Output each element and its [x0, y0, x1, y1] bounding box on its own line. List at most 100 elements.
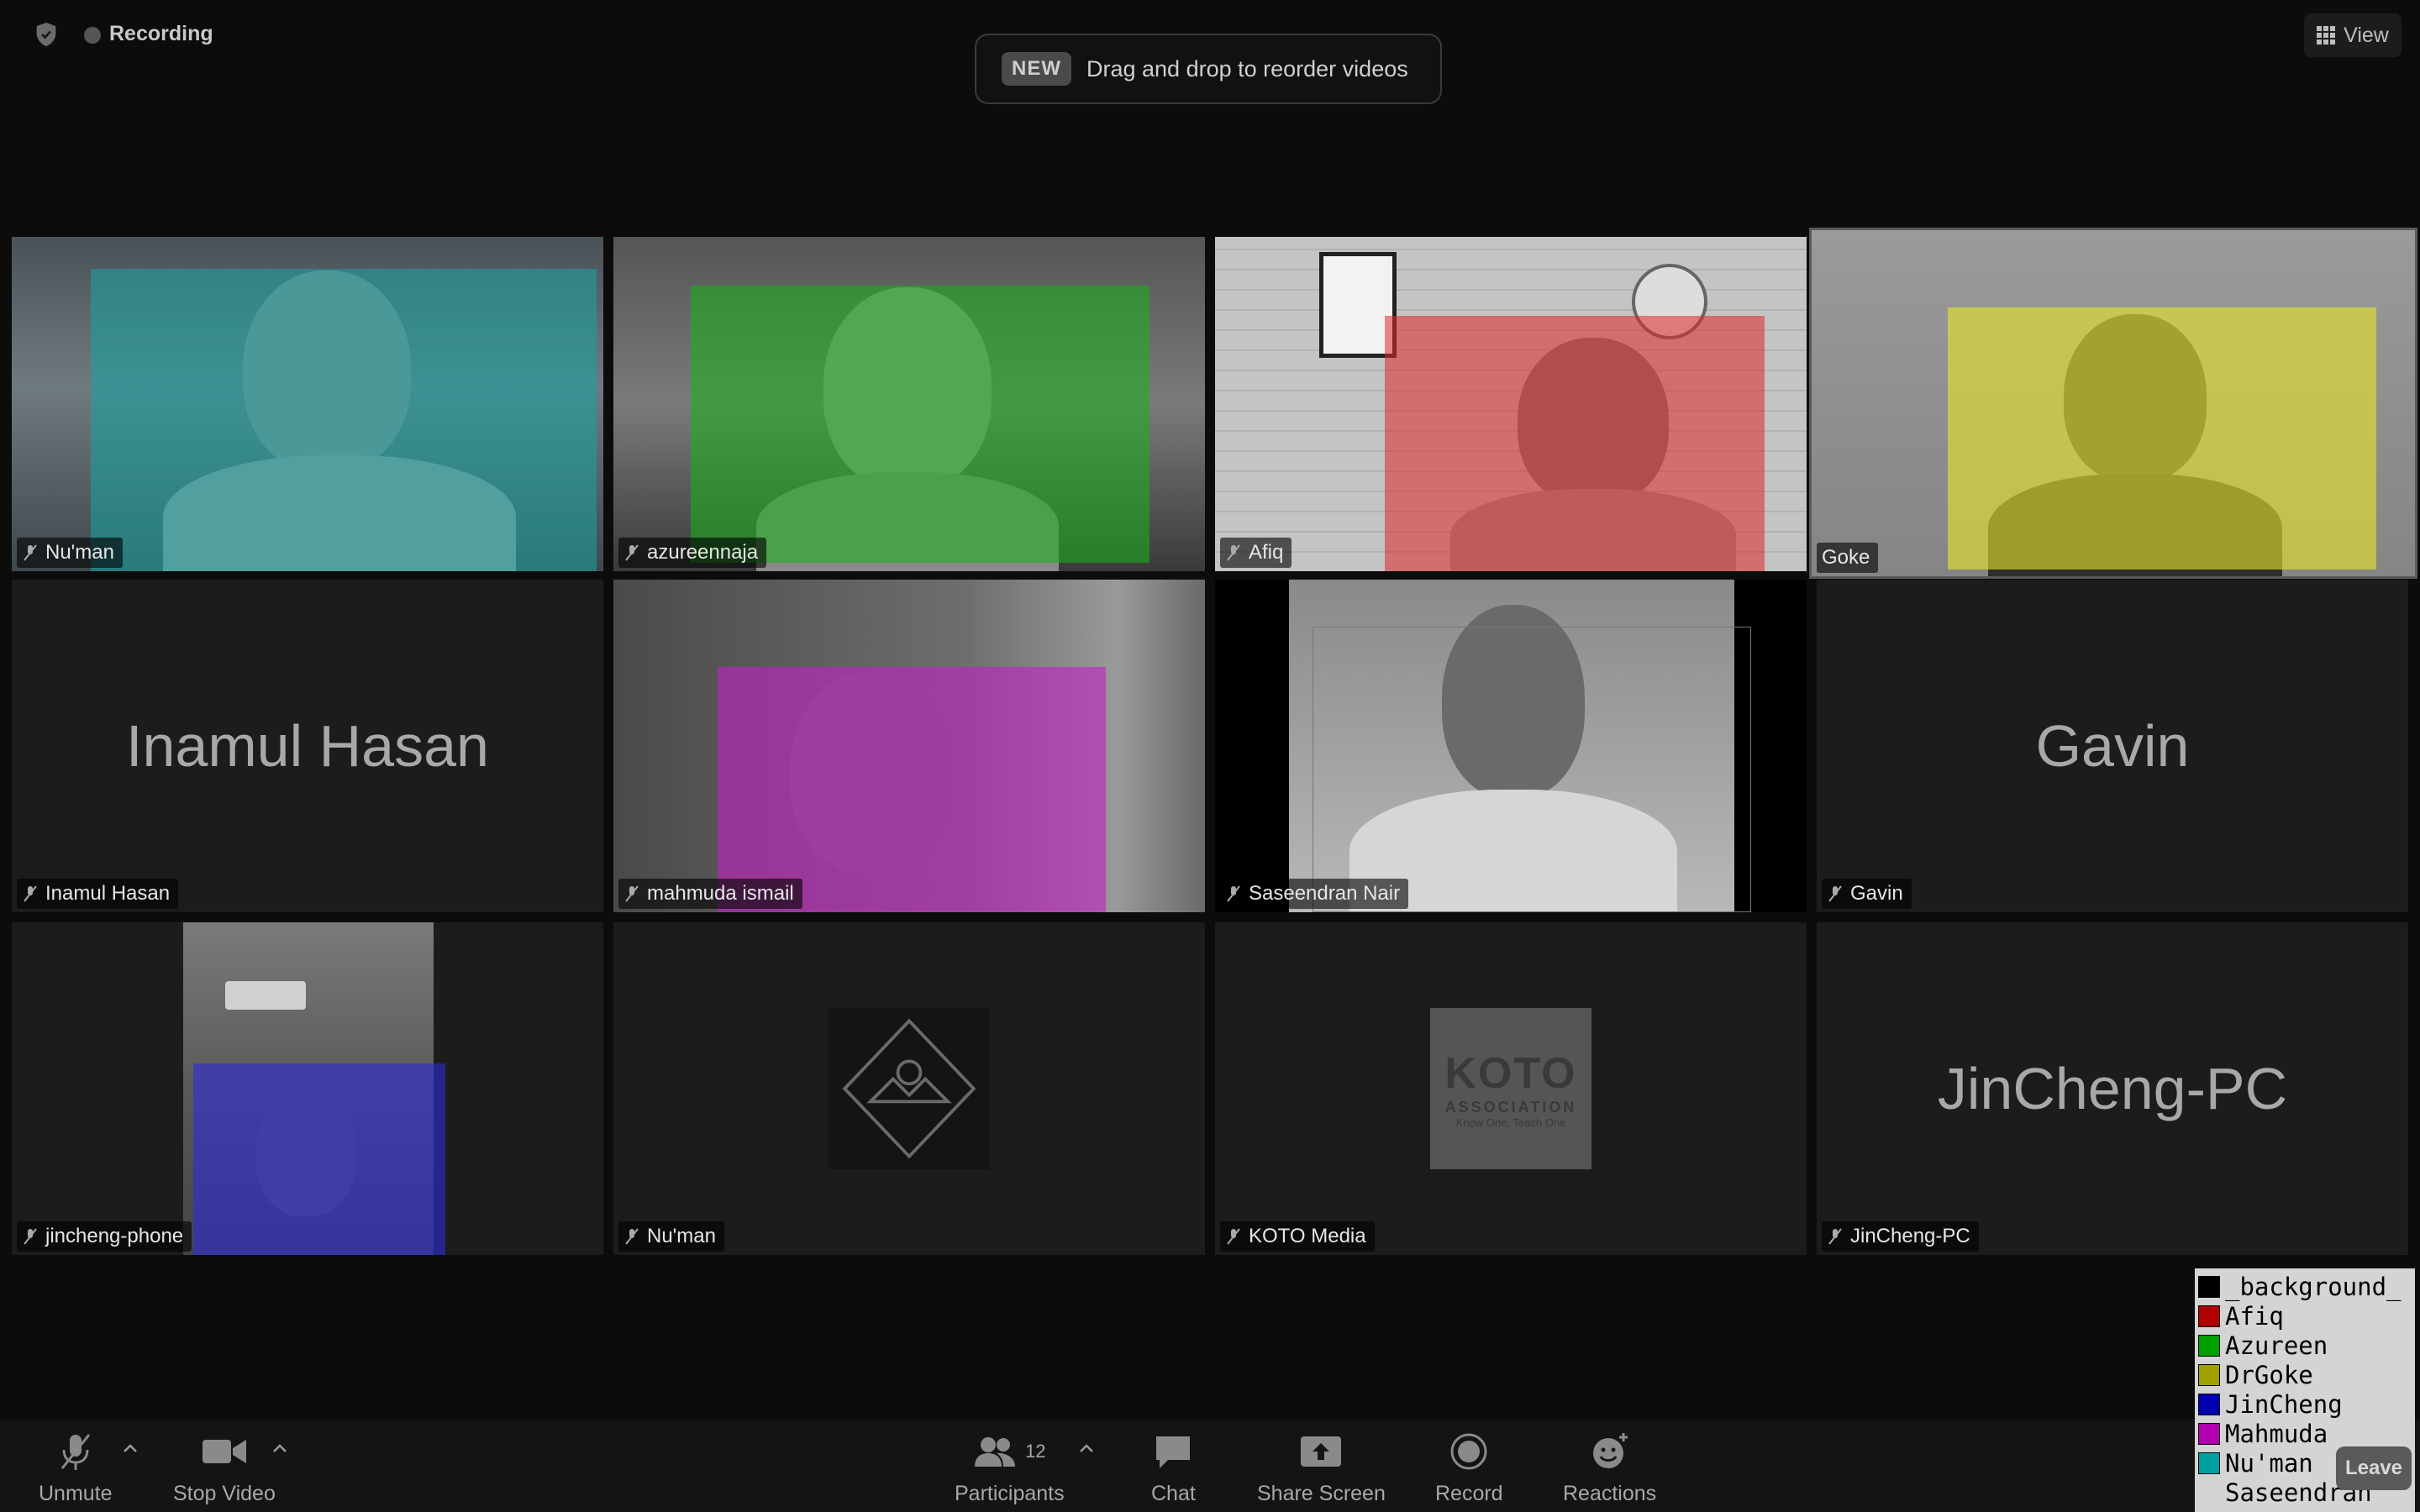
record-button[interactable]: Record	[1435, 1431, 1503, 1506]
participant-name-tag: Gavin	[1822, 879, 1912, 909]
participant-name: Nu'man	[45, 541, 114, 564]
legend-label: _background_	[2225, 1272, 2402, 1301]
participant-name: JinCheng-PC	[1850, 1225, 1970, 1247]
participant-name: Saseendran Nair	[1249, 882, 1401, 905]
profile-avatar: KOTO ASSOCIATION Know One, Teach One	[1430, 1008, 1591, 1169]
legend-label: Azureen	[2225, 1331, 2328, 1360]
share-screen-label: Share Screen	[1257, 1482, 1386, 1505]
segmentation-overlay	[718, 667, 1106, 912]
segmentation-overlay	[91, 269, 597, 571]
participant-name-tag: Inamul Hasan	[17, 879, 179, 909]
video-tile[interactable]: azureennaja	[613, 237, 1205, 571]
muted-mic-icon	[1227, 885, 1240, 902]
legend-swatch	[2198, 1422, 2220, 1445]
participant-name-tag: Goke	[1817, 543, 1879, 573]
video-tile[interactable]: Afiq	[1215, 237, 1807, 571]
video-camera-icon	[202, 1440, 246, 1463]
muted-mic-icon	[24, 544, 37, 561]
chat-button[interactable]: Chat	[1151, 1431, 1196, 1506]
legend-label: Afiq	[2225, 1301, 2284, 1331]
participant-name: Goke	[1822, 546, 1870, 569]
legend-swatch	[2198, 1393, 2220, 1415]
reorder-banner: NEW Drag and drop to reorder videos	[975, 34, 1442, 104]
participant-name: mahmuda ismail	[647, 882, 794, 905]
participant-name: Inamul Hasan	[45, 882, 171, 905]
video-tile[interactable]: Nu'man	[12, 237, 603, 571]
muted-mic-icon	[625, 544, 639, 561]
emoji-reaction-icon	[1592, 1433, 1628, 1468]
view-button[interactable]: View	[2304, 13, 2402, 57]
participant-name: Gavin	[1850, 882, 1903, 905]
meeting-toolbar	[0, 1420, 2420, 1512]
segmentation-overlay	[193, 1063, 445, 1255]
stop-video-button[interactable]: Stop Video	[173, 1431, 276, 1506]
avatar-tagline: Know One, Teach One	[1455, 1116, 1566, 1129]
participant-name-tag: JinCheng-PC	[1822, 1221, 1979, 1252]
security-shield-icon[interactable]	[32, 20, 60, 49]
participant-name: Afiq	[1249, 541, 1284, 564]
leave-button[interactable]: Leave	[2336, 1446, 2412, 1490]
muted-mic-icon	[60, 1434, 90, 1470]
grid-icon	[2317, 26, 2336, 45]
reactions-button[interactable]: Reactions	[1563, 1431, 1656, 1506]
video-tile[interactable]: jincheng-phone	[12, 922, 603, 1255]
participant-display-name: Inamul Hasan	[126, 713, 489, 779]
segmentation-box	[1313, 627, 1751, 912]
legend-item: _background_	[2198, 1272, 2412, 1301]
participant-name: Nu'man	[647, 1225, 716, 1247]
participants-label: Participants	[955, 1482, 1065, 1505]
segmentation-overlay	[691, 286, 1150, 563]
video-tile[interactable]: Gavin Gavin	[1817, 580, 2408, 912]
reactions-label: Reactions	[1563, 1482, 1657, 1505]
video-tile[interactable]: mahmuda ismail	[613, 580, 1205, 912]
legend-swatch	[2198, 1452, 2220, 1474]
muted-mic-icon	[24, 885, 37, 902]
banner-text: Drag and drop to reorder videos	[1086, 55, 1408, 81]
participant-name-tag: Nu'man	[17, 538, 123, 568]
video-tile[interactable]: Nu'man	[613, 922, 1205, 1255]
chat-label: Chat	[1151, 1482, 1196, 1505]
legend-swatch	[2198, 1334, 2220, 1357]
chat-bubble-icon	[1156, 1436, 1191, 1468]
avatar-subtitle: ASSOCIATION	[1444, 1099, 1577, 1116]
participant-name-tag: KOTO Media	[1220, 1221, 1375, 1252]
video-tile-active-speaker[interactable]: Goke	[1812, 230, 2415, 576]
participant-name-tag: Afiq	[1220, 538, 1292, 568]
participants-button[interactable]: 12 Participants	[955, 1431, 1065, 1506]
muted-mic-icon	[1828, 1228, 1842, 1245]
video-tile[interactable]: Saseendran Nair	[1215, 580, 1807, 912]
chevron-up-icon[interactable]	[123, 1443, 138, 1453]
chevron-up-icon[interactable]	[1079, 1443, 1094, 1453]
avatar-title: KOTO	[1444, 1049, 1577, 1098]
participant-name: azureennaja	[647, 541, 759, 564]
muted-mic-icon	[625, 1228, 639, 1245]
legend-label: Nu'man	[2225, 1448, 2313, 1478]
video-tile[interactable]: KOTO ASSOCIATION Know One, Teach One KOT…	[1215, 922, 1807, 1255]
participant-name-tag: azureennaja	[618, 538, 767, 568]
segmentation-overlay	[1385, 316, 1765, 571]
mountain-logo-icon	[842, 1018, 976, 1159]
muted-mic-icon	[1227, 1228, 1240, 1245]
new-badge: NEW	[1002, 52, 1071, 86]
muted-mic-icon	[24, 1228, 37, 1245]
video-tile[interactable]: JinCheng-PC JinCheng-PC	[1817, 922, 2408, 1255]
video-tile[interactable]: Inamul Hasan Inamul Hasan	[12, 580, 603, 912]
muted-mic-icon	[625, 885, 639, 902]
participant-name-tag: jincheng-phone	[17, 1221, 192, 1252]
unmute-button[interactable]: Unmute	[39, 1431, 113, 1506]
legend-label: Mahmuda	[2225, 1419, 2328, 1448]
legend-item: Afiq	[2198, 1301, 2412, 1331]
participant-name-tag: Saseendran Nair	[1220, 879, 1409, 909]
legend-swatch	[2198, 1481, 2220, 1504]
share-screen-button[interactable]: Share Screen	[1257, 1431, 1386, 1506]
participant-display-name: JinCheng-PC	[1937, 1056, 2288, 1121]
chevron-up-icon[interactable]	[272, 1443, 287, 1453]
legend-label: JinCheng	[2225, 1389, 2343, 1419]
view-label: View	[2344, 23, 2389, 47]
muted-mic-icon	[1227, 544, 1240, 561]
legend-item: JinCheng	[2198, 1389, 2412, 1419]
muted-mic-icon	[1828, 885, 1842, 902]
recording-indicator-icon	[84, 27, 101, 44]
record-icon	[1450, 1433, 1487, 1470]
segmentation-overlay	[1948, 307, 2376, 570]
